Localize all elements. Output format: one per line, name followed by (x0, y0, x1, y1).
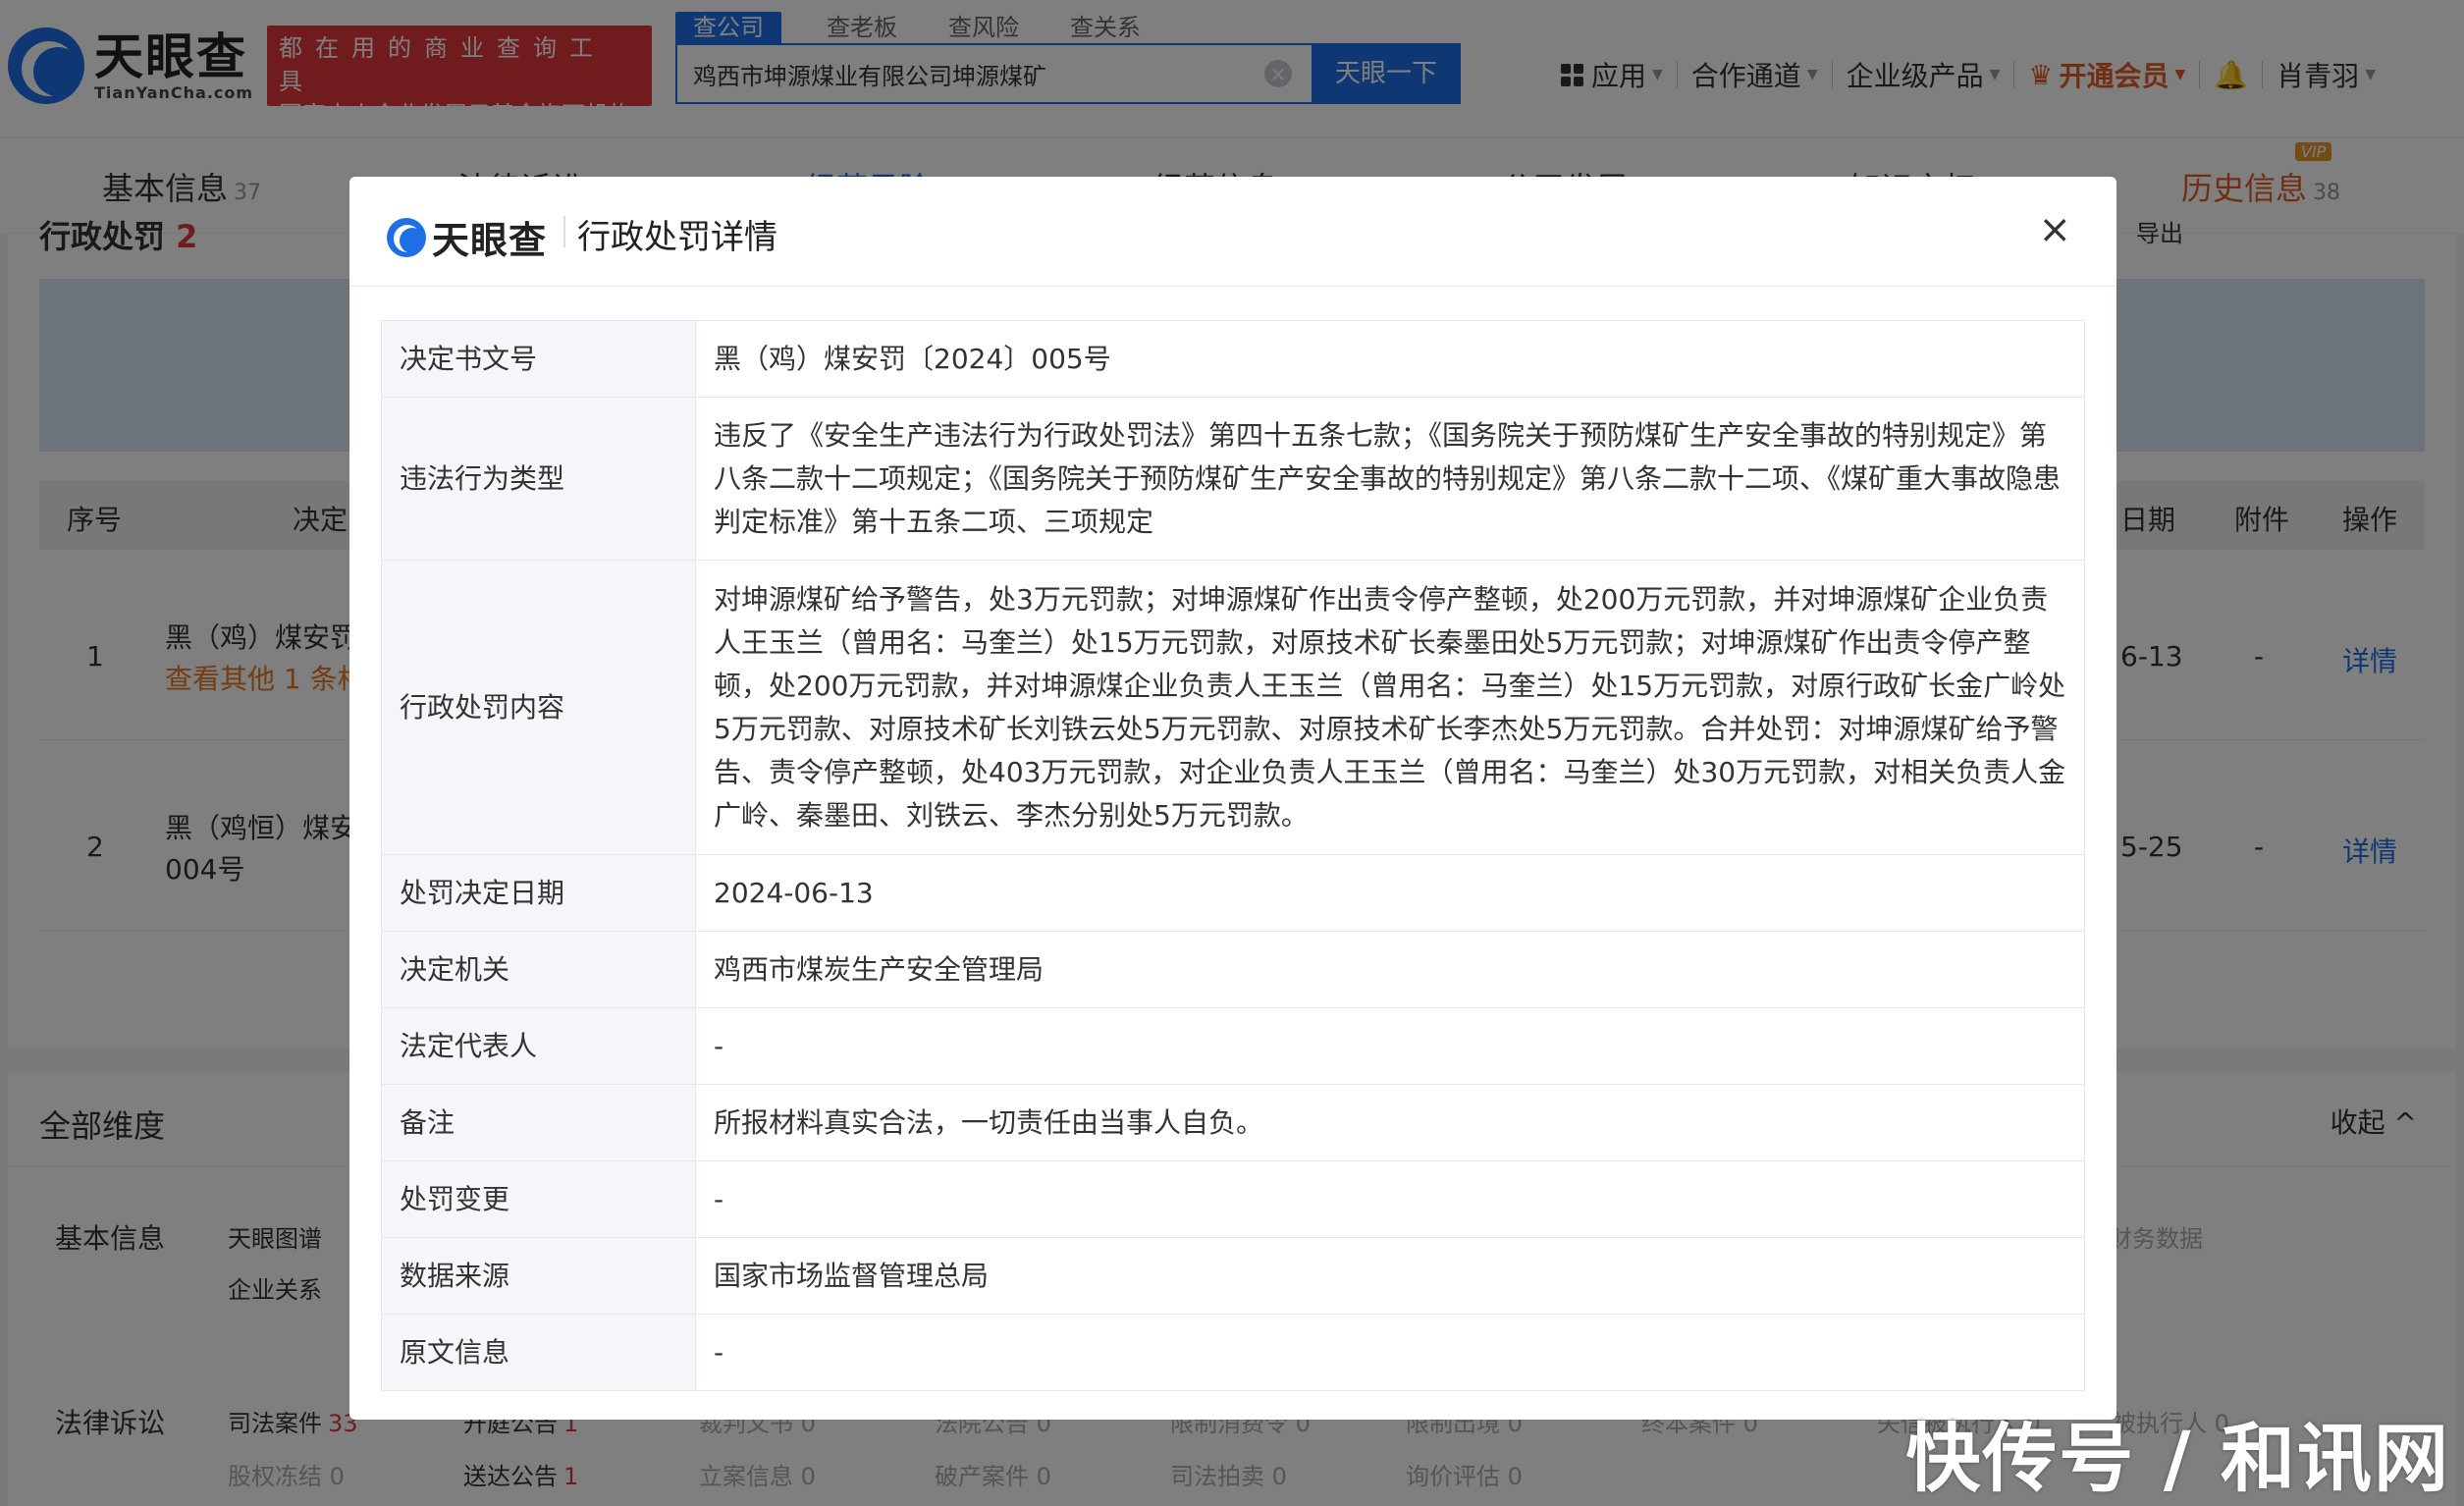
detail-row: 备注 所报材料真实合法，一切责任由当事人自负。 (381, 1084, 2085, 1161)
watermark: 快传号 / 和讯网 (1905, 1415, 2450, 1502)
field-key: 原文信息 (381, 1314, 696, 1391)
field-key: 数据来源 (381, 1237, 696, 1315)
field-value: 鸡西市煤炭生产安全管理局 (695, 931, 2085, 1008)
field-value: 对坤源煤矿给予警告，处3万元罚款；对坤源煤矿作出责令停产整顿，处200万元罚款，… (695, 560, 2085, 855)
penalty-detail-modal: 天眼查 行政处罚详情 × 决定书文号 黑（鸡）煤安罚〔2024〕005号 违法行… (349, 177, 2116, 1420)
detail-row: 处罚决定日期 2024-06-13 (381, 854, 2085, 932)
penalty-detail-table: 决定书文号 黑（鸡）煤安罚〔2024〕005号 违法行为类型 违反了《安全生产违… (381, 320, 2085, 1391)
logo-mark-icon (387, 217, 426, 257)
field-value: - (695, 1007, 2085, 1085)
detail-row: 决定书文号 黑（鸡）煤安罚〔2024〕005号 (381, 320, 2085, 398)
field-key: 决定书文号 (381, 320, 696, 398)
modal-header: 天眼查 行政处罚详情 × (349, 177, 2116, 287)
field-key: 决定机关 (381, 931, 696, 1008)
field-key: 行政处罚内容 (381, 560, 696, 855)
detail-row: 处罚变更 - (381, 1160, 2085, 1238)
field-key: 法定代表人 (381, 1007, 696, 1085)
field-value: 2024-06-13 (695, 854, 2085, 932)
field-key: 备注 (381, 1084, 696, 1161)
detail-row: 违法行为类型 违反了《安全生产违法行为行政处罚法》第四十五条七款；《国务院关于预… (381, 397, 2085, 561)
field-value: 所报材料真实合法，一切责任由当事人自负。 (695, 1084, 2085, 1161)
field-key: 处罚决定日期 (381, 854, 696, 932)
field-value: - (695, 1160, 2085, 1238)
detail-row: 行政处罚内容 对坤源煤矿给予警告，处3万元罚款；对坤源煤矿作出责令停产整顿，处2… (381, 560, 2085, 855)
detail-row: 决定机关 鸡西市煤炭生产安全管理局 (381, 931, 2085, 1008)
detail-row: 数据来源 国家市场监督管理总局 (381, 1237, 2085, 1315)
modal-title-divider (563, 216, 565, 247)
field-value: 黑（鸡）煤安罚〔2024〕005号 (695, 320, 2085, 398)
modal-logo: 天眼查 (387, 210, 547, 264)
detail-row: 原文信息 - (381, 1314, 2085, 1391)
modal-logo-text: 天眼查 (432, 219, 548, 262)
modal-title: 行政处罚详情 (577, 218, 777, 257)
field-value: - (695, 1314, 2085, 1391)
field-value: 违反了《安全生产违法行为行政处罚法》第四十五条七款；《国务院关于预防煤矿生产安全… (695, 397, 2085, 561)
field-key: 违法行为类型 (381, 397, 696, 561)
close-icon[interactable]: × (2038, 206, 2071, 253)
field-value: 国家市场监督管理总局 (695, 1237, 2085, 1315)
detail-row: 法定代表人 - (381, 1007, 2085, 1085)
field-key: 处罚变更 (381, 1160, 696, 1238)
